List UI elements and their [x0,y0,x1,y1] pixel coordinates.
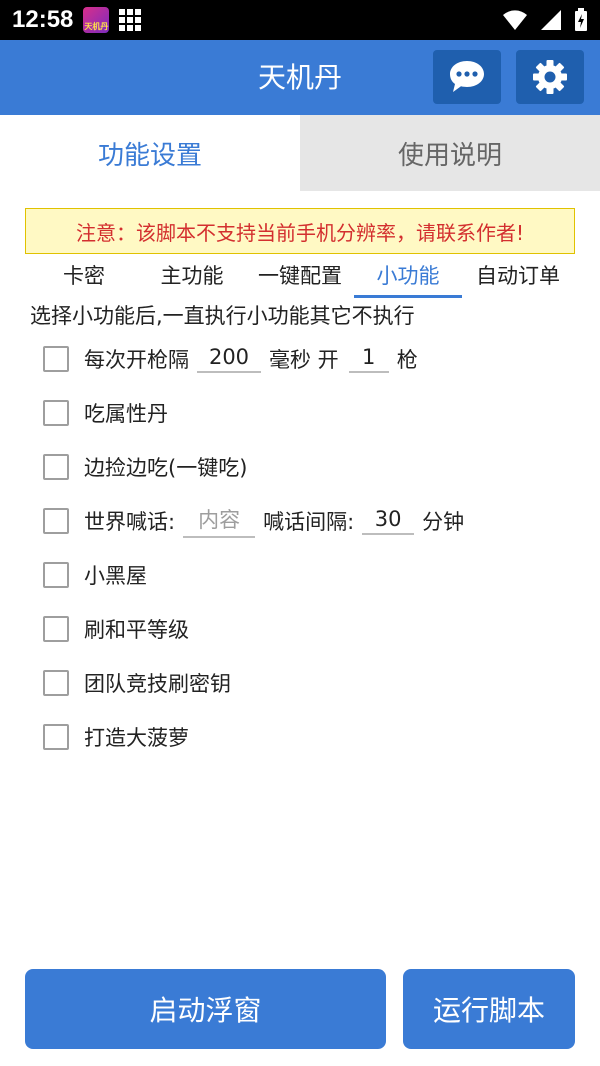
fire-interval-unit: 毫秒 开 [269,348,339,372]
app-notification-icon: 天机丹 [83,7,110,33]
page-title: 天机丹 [257,61,342,94]
apps-grid-icon [119,9,142,31]
world-shout-checkbox[interactable] [43,508,69,534]
chat-bubble-icon [450,61,484,92]
option-pick-and-eat: 边捡边吃(一键吃) [43,452,247,482]
option-world-shout: 世界喊话: 内容 喊话间隔: 30 分钟 [43,504,465,538]
settings-button[interactable] [516,50,584,104]
pineapple-label: 打造大菠萝 [84,726,189,750]
subtab-one-key-config[interactable]: 一键配置 [250,258,350,298]
gear-icon [533,60,567,94]
subtab-small-functions[interactable]: 小功能 [354,258,462,298]
signal-icon [541,10,561,30]
shout-content-input[interactable]: 内容 [183,504,256,538]
tab-function-settings[interactable]: 功能设置 [0,115,300,191]
status-bar: 12:58 天机丹 [0,0,600,40]
shout-interval-input[interactable]: 30 [362,507,415,535]
option-fire-interval: 每次开枪隔 200 毫秒 开 1 枪 [43,344,418,374]
hint-text: 选择小功能后,一直执行小功能其它不执行 [30,304,415,328]
fire-interval-input[interactable]: 200 [197,345,261,373]
pick-and-eat-label: 边捡边吃(一键吃) [84,456,248,480]
team-keys-checkbox[interactable] [43,670,69,696]
option-black-room: 小黑屋 [43,560,147,590]
shots-unit: 枪 [396,348,418,372]
app-bar: 天机丹 [0,40,600,115]
chat-button[interactable] [433,50,501,104]
pick-and-eat-checkbox[interactable] [43,454,69,480]
run-script-button[interactable]: 运行脚本 [403,969,575,1049]
battery-charging-icon [575,8,587,31]
wifi-icon [503,10,527,30]
subtab-main-function[interactable]: 主功能 [152,258,232,298]
team-keys-label: 团队竞技刷密钥 [84,672,231,696]
main-tabs: 功能设置 使用说明 [0,115,600,191]
peace-level-checkbox[interactable] [43,616,69,642]
fire-interval-checkbox[interactable] [43,346,69,372]
black-room-checkbox[interactable] [43,562,69,588]
resolution-warning: 注意：该脚本不支持当前手机分辨率，请联系作者! [25,208,575,254]
shout-interval-unit: 分钟 [422,510,465,534]
fire-interval-label: 每次开枪隔 [84,348,189,372]
peace-level-label: 刷和平等级 [84,618,189,642]
start-float-window-button[interactable]: 启动浮窗 [25,969,386,1049]
subtab-auto-order[interactable]: 自动订单 [468,258,568,298]
world-shout-label: 世界喊话: [84,510,176,534]
option-peace-level: 刷和平等级 [43,614,189,644]
shout-interval-label: 喊话间隔: [263,510,355,534]
tab-instructions[interactable]: 使用说明 [300,115,600,191]
sub-tabs: 卡密 主功能 一键配置 小功能 自动订单 [24,258,584,298]
subtab-card-key[interactable]: 卡密 [54,258,114,298]
option-eat-attr-pill: 吃属性丹 [43,398,168,428]
eat-attr-pill-checkbox[interactable] [43,400,69,426]
status-time: 12:58 [12,6,74,33]
pineapple-checkbox[interactable] [43,724,69,750]
eat-attr-pill-label: 吃属性丹 [84,402,168,426]
option-pineapple: 打造大菠萝 [43,722,189,752]
black-room-label: 小黑屋 [84,564,147,588]
option-team-keys: 团队竞技刷密钥 [43,668,231,698]
shots-count-input[interactable]: 1 [348,345,389,373]
